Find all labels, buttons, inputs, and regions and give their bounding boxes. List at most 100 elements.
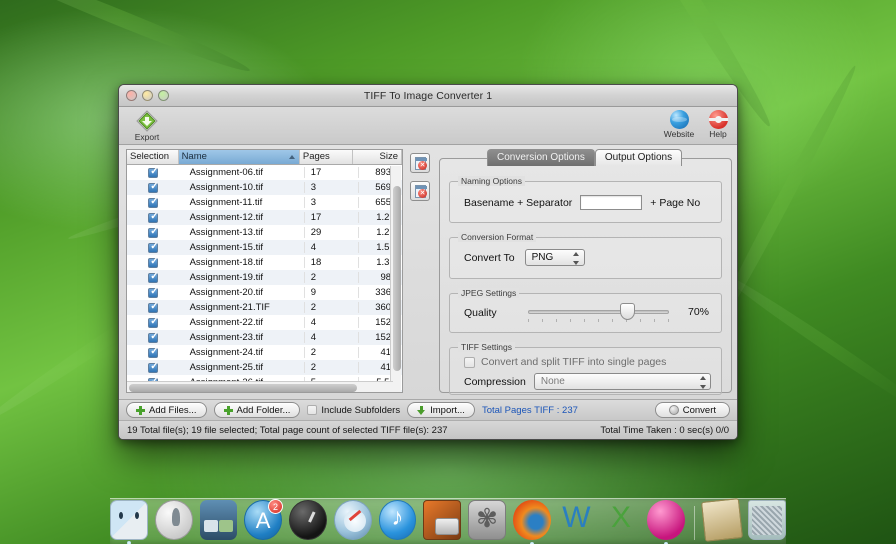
row-checkbox[interactable]: [148, 196, 159, 208]
row-checkbox[interactable]: [148, 271, 159, 283]
dock-icon-microsoft-word[interactable]: [558, 500, 596, 540]
dock-icon-launchpad[interactable]: [154, 500, 193, 540]
horizontal-scrollbar-thumb[interactable]: [129, 384, 357, 392]
row-selection-cell[interactable]: [127, 361, 180, 373]
plus-icon: [223, 405, 233, 415]
toolbar: Export Website Help: [119, 107, 737, 145]
convert-button[interactable]: Convert: [654, 402, 730, 418]
row-checkbox[interactable]: [148, 181, 159, 193]
row-checkbox[interactable]: [148, 256, 159, 268]
row-selection-cell[interactable]: [127, 256, 180, 268]
dock-icon-firefox[interactable]: [512, 500, 551, 544]
dock-icon-app-store[interactable]: 2: [244, 499, 283, 540]
column-header-pages[interactable]: Pages: [300, 150, 354, 164]
dock-icon-documents-stack[interactable]: [701, 498, 744, 542]
list-vertical-scrollbar[interactable]: [390, 166, 401, 392]
close-button[interactable]: [126, 90, 137, 101]
row-checkbox[interactable]: [148, 331, 159, 343]
zoom-button[interactable]: [158, 90, 169, 101]
table-row[interactable]: Assignment-23.tif4152 K: [127, 330, 402, 345]
export-button[interactable]: Export: [125, 109, 169, 142]
row-selection-cell[interactable]: [127, 271, 180, 283]
column-header-size[interactable]: Size: [353, 150, 402, 164]
row-checkbox[interactable]: [148, 301, 159, 313]
table-row[interactable]: Assignment-13.tif291.2 M: [127, 225, 402, 240]
table-row[interactable]: Assignment-15.tif41.5 M: [127, 240, 402, 255]
row-selection-cell[interactable]: [127, 301, 180, 313]
add-files-button[interactable]: Add Files...: [126, 402, 207, 418]
row-name-cell: Assignment-20.tif: [189, 287, 263, 298]
separator-input[interactable]: [580, 195, 643, 210]
dock-icon-iphoto[interactable]: [423, 500, 462, 540]
globe-icon: [669, 110, 689, 129]
remove-selected-file-button[interactable]: ✕: [410, 153, 430, 173]
row-selection-cell[interactable]: [150, 391, 158, 393]
column-header-selection[interactable]: Selection: [127, 150, 179, 164]
website-button[interactable]: Website: [657, 110, 701, 139]
table-row[interactable]: Assignment-12.tif171.2 M: [127, 210, 402, 225]
row-checkbox[interactable]: [148, 316, 159, 328]
add-folder-button[interactable]: Add Folder...: [213, 402, 301, 418]
row-selection-cell[interactable]: [127, 241, 180, 253]
row-selection-cell[interactable]: [127, 286, 180, 298]
row-checkbox[interactable]: [148, 346, 159, 358]
include-subfolders-checkbox-group[interactable]: Include Subfolders: [307, 405, 400, 416]
row-pages-cell: 2: [303, 302, 359, 313]
row-selection-cell[interactable]: [127, 331, 180, 343]
column-header-name[interactable]: Name: [178, 150, 300, 164]
split-tiff-checkbox[interactable]: [464, 356, 475, 368]
dock-icon-safari[interactable]: [333, 500, 372, 540]
row-checkbox[interactable]: [148, 226, 159, 238]
table-row[interactable]: Assignment-25.tif241 K: [127, 360, 402, 375]
dock-icon-microsoft-excel[interactable]: [602, 500, 640, 540]
life-preserver-icon: [708, 110, 728, 129]
row-selection-cell[interactable]: [127, 166, 180, 178]
minimize-button[interactable]: [142, 90, 153, 101]
file-list[interactable]: Selection Name Pages Size Assignment-06.…: [126, 149, 403, 393]
table-row[interactable]: Assignment-22.tif4152 K: [127, 315, 402, 330]
table-row[interactable]: Assignment-20.tif9336 K: [127, 285, 402, 300]
compression-value: None: [540, 376, 565, 387]
table-row[interactable]: Assignment-10.tif3569 K: [127, 180, 402, 195]
dock-icon-system-preferences[interactable]: [468, 500, 506, 540]
dock-icon-dashboard[interactable]: [288, 500, 327, 540]
quality-slider-thumb[interactable]: [619, 303, 635, 320]
convert-to-select[interactable]: PNG: [524, 249, 585, 266]
table-row[interactable]: Assignment-06.tif17893 K: [127, 165, 402, 180]
table-row[interactable]: Assignment-18.tif181.3 M: [127, 255, 402, 270]
row-checkbox[interactable]: [150, 391, 158, 393]
tab-conversion-options[interactable]: Conversion Options: [487, 149, 595, 166]
window-controls[interactable]: [126, 90, 169, 101]
vertical-scrollbar-thumb[interactable]: [393, 186, 401, 371]
import-button[interactable]: Import...: [407, 402, 475, 418]
chevron-updown-icon: [698, 376, 707, 389]
row-checkbox[interactable]: [148, 211, 159, 223]
row-selection-cell[interactable]: [127, 211, 180, 223]
dock-icon-pink-globe-app[interactable]: [646, 500, 685, 544]
row-checkbox[interactable]: [148, 241, 159, 253]
row-checkbox[interactable]: [148, 286, 159, 298]
table-row[interactable]: Assignment-11.tif3655 K: [127, 195, 402, 210]
dock-icon-itunes[interactable]: [378, 500, 417, 540]
table-row[interactable]: Assignment-19.tif298 K: [127, 270, 402, 285]
dock-icon-finder[interactable]: [109, 500, 148, 544]
row-selection-cell[interactable]: [127, 346, 180, 358]
row-selection-cell[interactable]: [127, 226, 180, 238]
row-checkbox[interactable]: [148, 166, 159, 178]
row-pages-cell: 3: [303, 197, 359, 208]
dock-icon-mission-control[interactable]: [199, 500, 238, 540]
row-checkbox[interactable]: [148, 361, 159, 373]
row-pages-cell: 17: [303, 212, 359, 223]
row-selection-cell[interactable]: [127, 316, 180, 328]
list-horizontal-scrollbar[interactable]: [127, 381, 393, 392]
row-selection-cell[interactable]: [127, 181, 180, 193]
dock-icon-trash[interactable]: [748, 500, 787, 540]
include-subfolders-checkbox[interactable]: [307, 405, 318, 415]
help-button[interactable]: Help: [696, 110, 737, 139]
remove-all-files-button[interactable]: ✕: [410, 181, 430, 201]
compression-select[interactable]: None: [533, 373, 711, 390]
table-row[interactable]: Assignment-21.TIF2360 K: [127, 300, 402, 315]
tab-output-options[interactable]: Output Options: [594, 149, 683, 166]
table-row[interactable]: Assignment-24.tif241 K: [127, 345, 402, 360]
row-selection-cell[interactable]: [127, 196, 180, 208]
